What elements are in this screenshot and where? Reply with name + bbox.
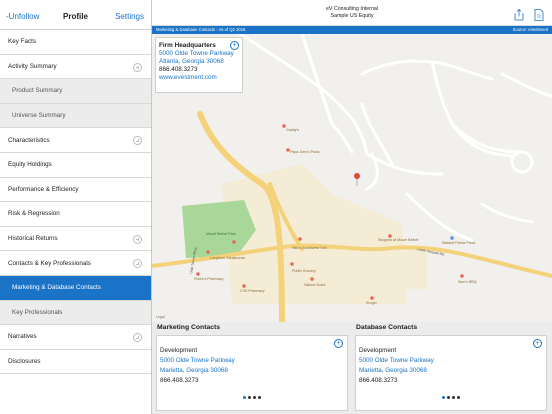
contacts-area: Marketing Contacts Development 5000 Olde… <box>152 322 552 414</box>
sidebar-item-risk[interactable]: Risk & Regression <box>0 202 151 227</box>
poi-label: Waldorf Pointe Pizza <box>442 241 475 245</box>
hq-url[interactable]: www.evestment.com <box>159 74 239 82</box>
contact-city[interactable]: Marietta, Georgia 30068 <box>160 366 344 376</box>
poi-label: Sam's BBQ <box>458 280 477 284</box>
sidebar-item-key-facts[interactable]: Key Facts <box>0 30 151 55</box>
section-bar: Marketing & Database Contacts - As of Q2… <box>152 26 552 34</box>
collapse-icon[interactable] <box>133 62 142 72</box>
document-icon[interactable] <box>534 9 544 21</box>
expand-icon[interactable] <box>133 234 142 244</box>
add-icon[interactable]: + <box>230 41 239 50</box>
source-label: Source: eVestment <box>512 27 548 32</box>
main-panel: eV Consulting Internal Sample US Equity … <box>152 0 552 414</box>
sidebar-header: -Unfollow Profile Settings <box>0 0 151 30</box>
sidebar-item-label: Universe Summary <box>12 112 66 120</box>
contact-city[interactable]: Marietta, Georgia 30068 <box>359 366 543 376</box>
sidebar-item-label: Risk & Regression <box>8 210 60 218</box>
hq-city[interactable]: Atlanta, Georgia 30068 <box>159 58 239 66</box>
sidebar-item-universe-summary[interactable]: Universe Summary <box>0 103 151 129</box>
settings-button[interactable]: Settings <box>115 12 144 21</box>
page-indicator[interactable] <box>356 393 546 403</box>
sidebar-item-performance[interactable]: Performance & Efficiency <box>0 178 151 203</box>
hq-title: Firm Headquarters <box>159 42 216 49</box>
sidebar-item-label: Characteristics <box>8 136 50 144</box>
sidebar: -Unfollow Profile Settings Key Facts Act… <box>0 0 152 414</box>
contact-street[interactable]: 5000 Olde Towne Parkway <box>359 356 543 366</box>
sidebar-item-contacts[interactable]: Contacts & Key Professionals <box>0 251 151 276</box>
hq-card: Firm Headquarters 5000 Olde Towne Parkwa… <box>155 37 243 93</box>
sidebar-item-label: Narratives <box>8 333 37 341</box>
database-contacts-header: Database Contacts <box>356 324 418 331</box>
sidebar-item-narratives[interactable]: Narratives <box>0 325 151 350</box>
expand-icon[interactable] <box>133 333 142 343</box>
sidebar-item-key-professionals[interactable]: Key Professionals <box>0 300 151 326</box>
map-legal-label[interactable]: Legal <box>156 315 165 319</box>
sidebar-item-label: Contacts & Key Professionals <box>8 259 91 267</box>
sidebar-item-label: Key Facts <box>8 38 36 46</box>
contact-phone[interactable]: 866.408.3273 <box>160 376 344 386</box>
map-view[interactable]: Lower Roswell Rd Olde Towne Pkwy Caddy's… <box>152 34 552 322</box>
sidebar-item-label: Product Summary <box>12 87 63 95</box>
sidebar-item-label: Equity Holdings <box>8 161 52 169</box>
sidebar-item-label: Historical Returns <box>8 235 58 243</box>
poi-label: Caddy's <box>286 128 299 132</box>
sidebar-item-label: Performance & Efficiency <box>8 185 79 193</box>
poi-label: Publix Grocery <box>292 269 316 273</box>
page-indicator[interactable] <box>157 393 347 403</box>
poi-label: Kroger <box>366 301 378 305</box>
main-header: eV Consulting Internal Sample US Equity <box>152 0 552 26</box>
sidebar-item-label: Marketing & Database Contacts <box>12 284 101 292</box>
poi-label: Publix's Pharmacy <box>194 277 224 281</box>
collapse-icon[interactable] <box>133 259 142 269</box>
poi-label: Mount Bethel Park <box>206 232 236 236</box>
contact-street[interactable]: 5000 Olde Towne Parkway <box>160 356 344 366</box>
sidebar-item-label: Activity Summary <box>8 62 57 70</box>
add-icon[interactable]: + <box>533 339 542 348</box>
hq-street[interactable]: 5000 Olde Towne Parkway <box>159 50 239 58</box>
sidebar-item-marketing-contacts[interactable]: Marketing & Database Contacts <box>0 275 151 301</box>
sidebar-item-label: Disclosures <box>8 358 41 366</box>
contact-name: Development <box>359 347 397 354</box>
contact-card[interactable]: Development 5000 Olde Towne Parkway Mari… <box>156 335 348 411</box>
poi-label: Sakura Sushi <box>304 283 326 287</box>
sidebar-item-historical-returns[interactable]: Historical Returns <box>0 227 151 252</box>
add-icon[interactable]: + <box>334 339 343 348</box>
sidebar-item-activity-summary[interactable]: Activity Summary <box>0 55 151 80</box>
sidebar-item-disclosures[interactable]: Disclosures <box>0 350 151 375</box>
sidebar-item-label: Key Professionals <box>12 308 63 316</box>
header-line1: eV Consulting Internal <box>325 6 379 12</box>
marketing-contacts-section: Marketing Contacts Development 5000 Olde… <box>154 322 350 414</box>
contact-phone[interactable]: 866.408.3273 <box>359 376 543 386</box>
poi-label: Papa John's Pizza <box>290 150 319 154</box>
section-bar-title: Marketing & Database Contacts - As of Q2… <box>156 27 246 32</box>
contact-name: Development <box>160 347 198 354</box>
poi-label: Longhorn Steakhouse <box>210 256 245 260</box>
expand-icon[interactable] <box>133 136 142 146</box>
contact-card[interactable]: Development 5000 Olde Towne Parkway Mari… <box>355 335 547 411</box>
poi-label: Shoppes at Mount Bethel <box>378 238 419 242</box>
header-title: eV Consulting Internal Sample US Equity <box>152 6 552 20</box>
hq-phone[interactable]: 866.408.3273 <box>159 66 239 74</box>
poi-label: Nick's Southwest Grill <box>292 246 327 250</box>
poi-label: CVS Pharmacy <box>240 289 265 293</box>
marketing-contacts-header: Marketing Contacts <box>157 324 221 331</box>
database-contacts-section: Database Contacts Development 5000 Olde … <box>353 322 549 414</box>
sidebar-item-characteristics[interactable]: Characteristics <box>0 128 151 153</box>
sidebar-item-equity-holdings[interactable]: Equity Holdings <box>0 153 151 178</box>
header-line2: Sample US Equity <box>330 13 374 19</box>
share-icon[interactable] <box>514 9 524 21</box>
sidebar-item-product-summary[interactable]: Product Summary <box>0 79 151 104</box>
